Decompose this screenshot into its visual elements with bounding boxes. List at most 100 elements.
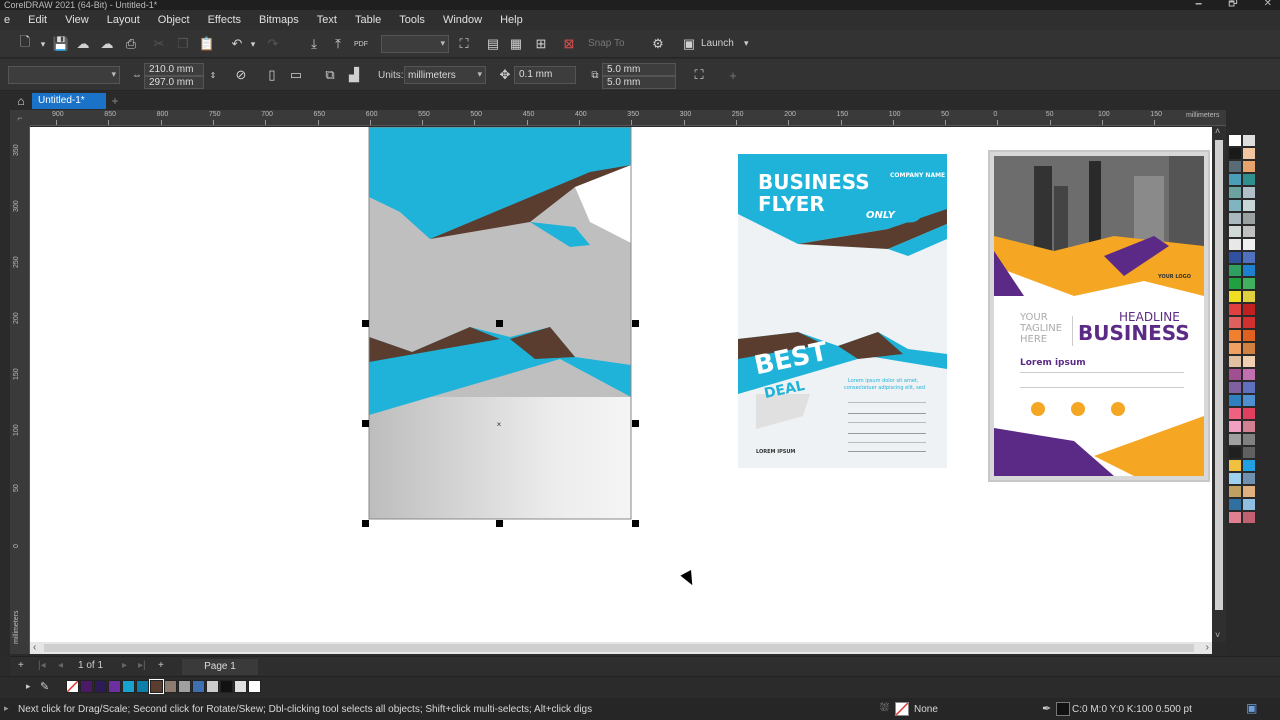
palette-swatch[interactable]: [1228, 394, 1242, 407]
document-color-swatch[interactable]: [136, 680, 149, 693]
palette-swatch[interactable]: [1242, 225, 1256, 238]
reference-flyer-headline[interactable]: YOUR LOGO YOUR TAGLINE HERE HEADLINE BUS…: [988, 150, 1210, 482]
palette-swatch[interactable]: [1242, 355, 1256, 368]
palette-swatch[interactable]: [1228, 368, 1242, 381]
horizontal-ruler[interactable]: millimeters 900 850 800 750 700 650 600 550 500 4…: [30, 110, 1226, 126]
palette-swatch[interactable]: [1242, 199, 1256, 212]
handle-top-right[interactable]: [632, 320, 639, 327]
palette-swatch[interactable]: [1228, 303, 1242, 316]
tab-untitled-1[interactable]: Untitled-1*: [32, 93, 106, 109]
palette-swatch[interactable]: [1228, 498, 1242, 511]
palette-swatch[interactable]: [1228, 173, 1242, 186]
palette-swatch[interactable]: [1228, 225, 1242, 238]
palette-swatch[interactable]: [1228, 485, 1242, 498]
launch-button[interactable]: Launch: [701, 38, 734, 49]
document-color-swatch[interactable]: [234, 680, 247, 693]
redo-icon[interactable]: ↷: [264, 35, 282, 53]
bleed-icon[interactable]: ▟: [345, 66, 363, 84]
palette-swatch[interactable]: [1242, 381, 1256, 394]
palette-swatch[interactable]: [1242, 277, 1256, 290]
import-icon[interactable]: ⤓: [305, 35, 323, 53]
document-color-swatch[interactable]: [164, 680, 177, 693]
palette-swatch[interactable]: [1228, 446, 1242, 459]
save-icon[interactable]: 💾: [52, 35, 70, 53]
palette-swatch[interactable]: [1242, 264, 1256, 277]
menu-help[interactable]: Help: [491, 14, 532, 26]
treat-as-filled-icon[interactable]: ⛶: [690, 66, 708, 84]
last-page-button[interactable]: ▸|: [138, 660, 146, 671]
palette-swatch[interactable]: [1242, 420, 1256, 433]
menu-text[interactable]: Text: [308, 14, 346, 26]
document-color-swatch[interactable]: [80, 680, 93, 693]
palette-swatch[interactable]: [1242, 407, 1256, 420]
scroll-down-icon[interactable]: ˅: [1215, 630, 1220, 640]
ruler-origin[interactable]: ⌐: [10, 110, 30, 126]
cloud-download-icon[interactable]: ☁: [98, 35, 116, 53]
palette-swatch[interactable]: [1228, 472, 1242, 485]
palette-arrow-icon[interactable]: ▸: [26, 681, 31, 692]
status-options-icon[interactable]: ▣: [1246, 701, 1257, 715]
handle-top-left[interactable]: [362, 320, 369, 327]
nudge-distance-field[interactable]: 0.1 mm: [514, 66, 576, 84]
page-width-field[interactable]: 210.0 mm: [144, 63, 204, 76]
launch-dropdown-icon[interactable]: ▾: [744, 38, 749, 49]
cut-icon[interactable]: ✂: [150, 35, 168, 53]
palette-swatch[interactable]: [1228, 511, 1242, 524]
document-color-swatch[interactable]: [149, 679, 164, 694]
scroll-right-icon[interactable]: ›: [1206, 642, 1209, 653]
palette-swatch[interactable]: [1228, 264, 1242, 277]
palette-swatch[interactable]: [1228, 212, 1242, 225]
units-dropdown[interactable]: millimeters: [404, 66, 486, 84]
snap-off-icon[interactable]: ⊠: [560, 35, 578, 53]
menu-bitmaps[interactable]: Bitmaps: [250, 14, 308, 26]
print-icon[interactable]: ⎙: [122, 35, 140, 53]
palette-swatch[interactable]: [1242, 368, 1256, 381]
handle-mid-right[interactable]: [632, 420, 639, 427]
palette-swatch[interactable]: [1228, 251, 1242, 264]
layout-icon[interactable]: ⧉: [321, 66, 339, 84]
palette-swatch[interactable]: [1228, 433, 1242, 446]
palette-swatch[interactable]: [1228, 407, 1242, 420]
palette-swatch[interactable]: [1242, 342, 1256, 355]
add-page-button[interactable]: +: [18, 660, 24, 671]
spinner-icon[interactable]: ⇕: [204, 66, 222, 84]
palette-swatch[interactable]: [1228, 147, 1242, 160]
palette-swatch[interactable]: [1242, 134, 1256, 147]
menu-tools[interactable]: Tools: [390, 14, 434, 26]
menu-file[interactable]: e: [0, 14, 19, 26]
palette-swatch[interactable]: [1242, 212, 1256, 225]
document-color-swatch[interactable]: [248, 680, 261, 693]
settings-gear-icon[interactable]: ⚙: [649, 35, 667, 53]
handle-bottom-left[interactable]: [362, 520, 369, 527]
open-icon[interactable]: ▾: [34, 35, 52, 53]
eyedropper-icon[interactable]: ✎: [40, 680, 49, 693]
duplicate-y-field[interactable]: 5.0 mm: [602, 76, 676, 89]
close-button[interactable]: ✕: [1264, 0, 1272, 9]
handle-bottom-mid[interactable]: [496, 520, 503, 527]
fill-none-swatch[interactable]: [895, 702, 909, 716]
scroll-up-icon[interactable]: ˄: [1215, 126, 1220, 136]
palette-swatch[interactable]: [1242, 147, 1256, 160]
full-screen-icon[interactable]: ▤: [484, 35, 502, 53]
zoom-fit-icon[interactable]: ⛶: [455, 35, 473, 53]
all-pages-icon[interactable]: ⊘: [232, 66, 250, 84]
palette-swatch[interactable]: [1242, 394, 1256, 407]
color-palette[interactable]: [1228, 134, 1256, 656]
portrait-icon[interactable]: ▯: [263, 66, 281, 84]
palette-swatch[interactable]: [1242, 485, 1256, 498]
home-icon[interactable]: ⌂: [10, 93, 32, 109]
new-tab-icon[interactable]: +: [108, 93, 122, 109]
reference-flyer-business[interactable]: BUSINESS FLYER COMPANY NAME ONLY 9 $ BES…: [738, 154, 947, 468]
palette-swatch[interactable]: [1228, 277, 1242, 290]
vertical-ruler[interactable]: millimeters 350 300 250 200 150 100 50 0: [10, 126, 30, 654]
document-color-swatch[interactable]: [178, 680, 191, 693]
palette-swatch[interactable]: [1242, 316, 1256, 329]
palette-swatch[interactable]: [1228, 160, 1242, 173]
palette-swatch[interactable]: [1228, 381, 1242, 394]
palette-swatch[interactable]: [1242, 290, 1256, 303]
palette-swatch[interactable]: [1242, 160, 1256, 173]
cloud-upload-icon[interactable]: ☁: [74, 35, 92, 53]
handle-top-mid[interactable]: [496, 320, 503, 327]
palette-swatch[interactable]: [1242, 472, 1256, 485]
menu-edit[interactable]: Edit: [19, 14, 56, 26]
